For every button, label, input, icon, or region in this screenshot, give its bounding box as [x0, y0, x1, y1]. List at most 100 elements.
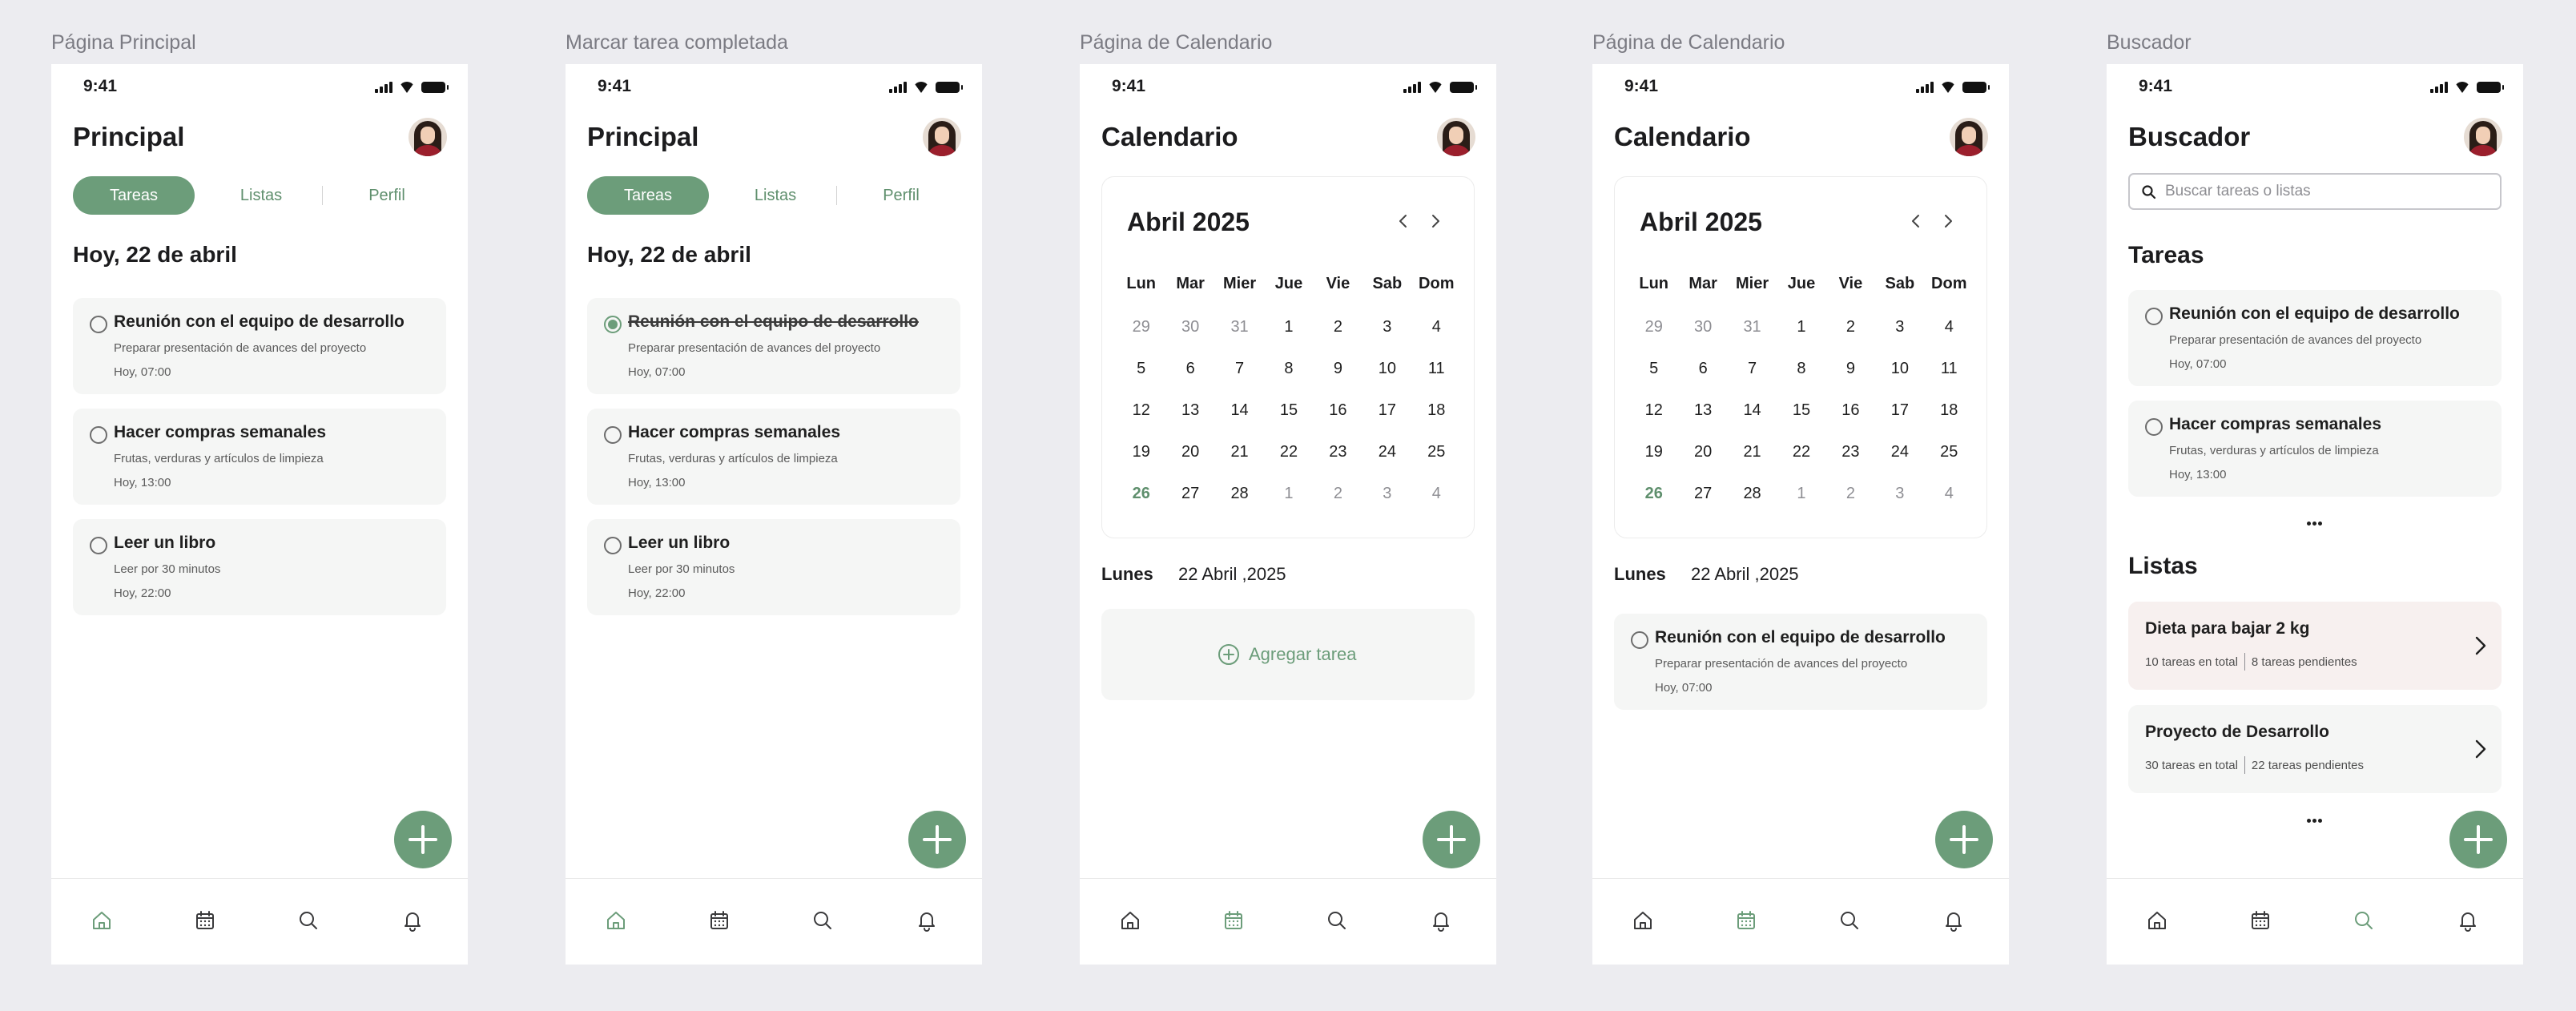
task-checkbox[interactable]	[2145, 418, 2163, 436]
calendar-day[interactable]: 20	[1678, 440, 1727, 481]
calendar-day[interactable]: 26	[1117, 481, 1165, 523]
avatar[interactable]	[2464, 118, 2502, 156]
tab-perfil[interactable]: Perfil	[328, 176, 446, 215]
calendar-day[interactable]: 14	[1215, 398, 1264, 440]
search-icon[interactable]	[2353, 909, 2375, 932]
home-icon[interactable]	[2146, 909, 2168, 932]
calendar-day[interactable]: 15	[1264, 398, 1313, 440]
calendar-day[interactable]: 23	[1314, 440, 1362, 481]
add-task-fab[interactable]	[2449, 811, 2507, 868]
bell-icon[interactable]	[2457, 909, 2479, 932]
task-card[interactable]: Reunión con el equipo de desarrollo Prepa…	[2128, 290, 2502, 386]
calendar-icon[interactable]	[194, 909, 216, 932]
task-checkbox[interactable]	[90, 537, 107, 554]
avatar[interactable]	[409, 118, 447, 156]
calendar-day[interactable]: 28	[1215, 481, 1264, 523]
calendar-day[interactable]: 22	[1777, 440, 1825, 481]
add-task-button[interactable]: Agregar tarea	[1101, 609, 1475, 700]
tab-perfil[interactable]: Perfil	[842, 176, 960, 215]
calendar-day[interactable]: 4	[1412, 315, 1461, 356]
calendar-day[interactable]: 16	[1826, 398, 1875, 440]
calendar-day[interactable]: 5	[1629, 356, 1678, 398]
calendar-day[interactable]: 25	[1925, 440, 1974, 481]
bell-icon[interactable]	[916, 909, 938, 932]
calendar-day[interactable]: 1	[1264, 315, 1313, 356]
calendar-day[interactable]: 2	[1314, 481, 1362, 523]
calendar-day[interactable]: 19	[1117, 440, 1165, 481]
calendar-icon[interactable]	[708, 909, 731, 932]
avatar[interactable]	[1950, 118, 1988, 156]
home-icon[interactable]	[605, 909, 627, 932]
calendar-day[interactable]: 8	[1264, 356, 1313, 398]
calendar-day[interactable]: 12	[1117, 398, 1165, 440]
calendar-day[interactable]: 15	[1777, 398, 1825, 440]
calendar-day[interactable]: 14	[1728, 398, 1777, 440]
calendar-day[interactable]: 6	[1165, 356, 1214, 398]
calendar-day[interactable]: 4	[1412, 481, 1461, 523]
bell-icon[interactable]	[1942, 909, 1965, 932]
search-icon[interactable]	[811, 909, 834, 932]
next-month-button[interactable]	[1426, 209, 1445, 233]
calendar-day[interactable]: 31	[1215, 315, 1264, 356]
calendar-day[interactable]: 17	[1875, 398, 1924, 440]
home-icon[interactable]	[1632, 909, 1654, 932]
home-icon[interactable]	[1119, 909, 1141, 932]
search-icon[interactable]	[297, 909, 320, 932]
calendar-day[interactable]: 4	[1925, 315, 1974, 356]
calendar-day[interactable]: 2	[1826, 481, 1875, 523]
search-field[interactable]	[2128, 173, 2502, 210]
calendar-icon[interactable]	[1222, 909, 1245, 932]
calendar-day[interactable]: 18	[1925, 398, 1974, 440]
calendar-day[interactable]: 29	[1117, 315, 1165, 356]
search-icon[interactable]	[1838, 909, 1861, 932]
task-checkbox[interactable]	[604, 316, 622, 333]
calendar-day[interactable]: 18	[1412, 398, 1461, 440]
more-lists-button[interactable]	[2307, 819, 2323, 825]
calendar-day[interactable]: 21	[1215, 440, 1264, 481]
add-task-fab[interactable]	[1935, 811, 1993, 868]
calendar-day[interactable]: 3	[1362, 315, 1411, 356]
task-checkbox[interactable]	[1631, 631, 1648, 649]
calendar-day[interactable]: 19	[1629, 440, 1678, 481]
avatar[interactable]	[923, 118, 961, 156]
task-card[interactable]: Reunión con el equipo de desarrollo Prepa…	[587, 298, 960, 394]
calendar-day[interactable]: 2	[1314, 315, 1362, 356]
calendar-day[interactable]: 27	[1678, 481, 1727, 523]
calendar-day[interactable]: 2	[1826, 315, 1875, 356]
calendar-day[interactable]: 17	[1362, 398, 1411, 440]
tab-listas[interactable]: Listas	[715, 176, 835, 215]
calendar-day[interactable]: 13	[1165, 398, 1214, 440]
calendar-day[interactable]: 25	[1412, 440, 1461, 481]
bell-icon[interactable]	[1430, 909, 1452, 932]
calendar-day[interactable]: 21	[1728, 440, 1777, 481]
list-card[interactable]: Dieta para bajar 2 kg 10 tareas en total 8…	[2128, 602, 2502, 690]
calendar-day[interactable]: 24	[1875, 440, 1924, 481]
calendar-day[interactable]: 8	[1777, 356, 1825, 398]
calendar-day[interactable]: 20	[1165, 440, 1214, 481]
list-card[interactable]: Proyecto de Desarrollo 30 tareas en total…	[2128, 705, 2502, 793]
calendar-day[interactable]: 11	[1925, 356, 1974, 398]
tab-tareas[interactable]: Tareas	[73, 176, 195, 215]
calendar-day[interactable]: 3	[1875, 315, 1924, 356]
task-card[interactable]: Leer un libro Leer por 30 minutos Hoy, 22:…	[73, 519, 446, 615]
tab-listas[interactable]: Listas	[201, 176, 321, 215]
task-checkbox[interactable]	[90, 426, 107, 444]
calendar-day[interactable]: 10	[1875, 356, 1924, 398]
more-tasks-button[interactable]	[2307, 522, 2323, 528]
calendar-day[interactable]: 24	[1362, 440, 1411, 481]
calendar-day[interactable]: 11	[1412, 356, 1461, 398]
calendar-day[interactable]: 12	[1629, 398, 1678, 440]
calendar-day[interactable]: 4	[1925, 481, 1974, 523]
next-month-button[interactable]	[1938, 209, 1958, 233]
calendar-day[interactable]: 31	[1728, 315, 1777, 356]
calendar-day[interactable]: 3	[1875, 481, 1924, 523]
task-checkbox[interactable]	[604, 537, 622, 554]
search-icon[interactable]	[1326, 909, 1348, 932]
calendar-icon[interactable]	[1735, 909, 1757, 932]
calendar-day[interactable]: 30	[1678, 315, 1727, 356]
calendar-day[interactable]: 13	[1678, 398, 1727, 440]
calendar-day[interactable]: 3	[1362, 481, 1411, 523]
calendar-day[interactable]: 1	[1264, 481, 1313, 523]
task-card[interactable]: Hacer compras semanales Frutas, verduras …	[587, 409, 960, 505]
calendar-day[interactable]: 28	[1728, 481, 1777, 523]
